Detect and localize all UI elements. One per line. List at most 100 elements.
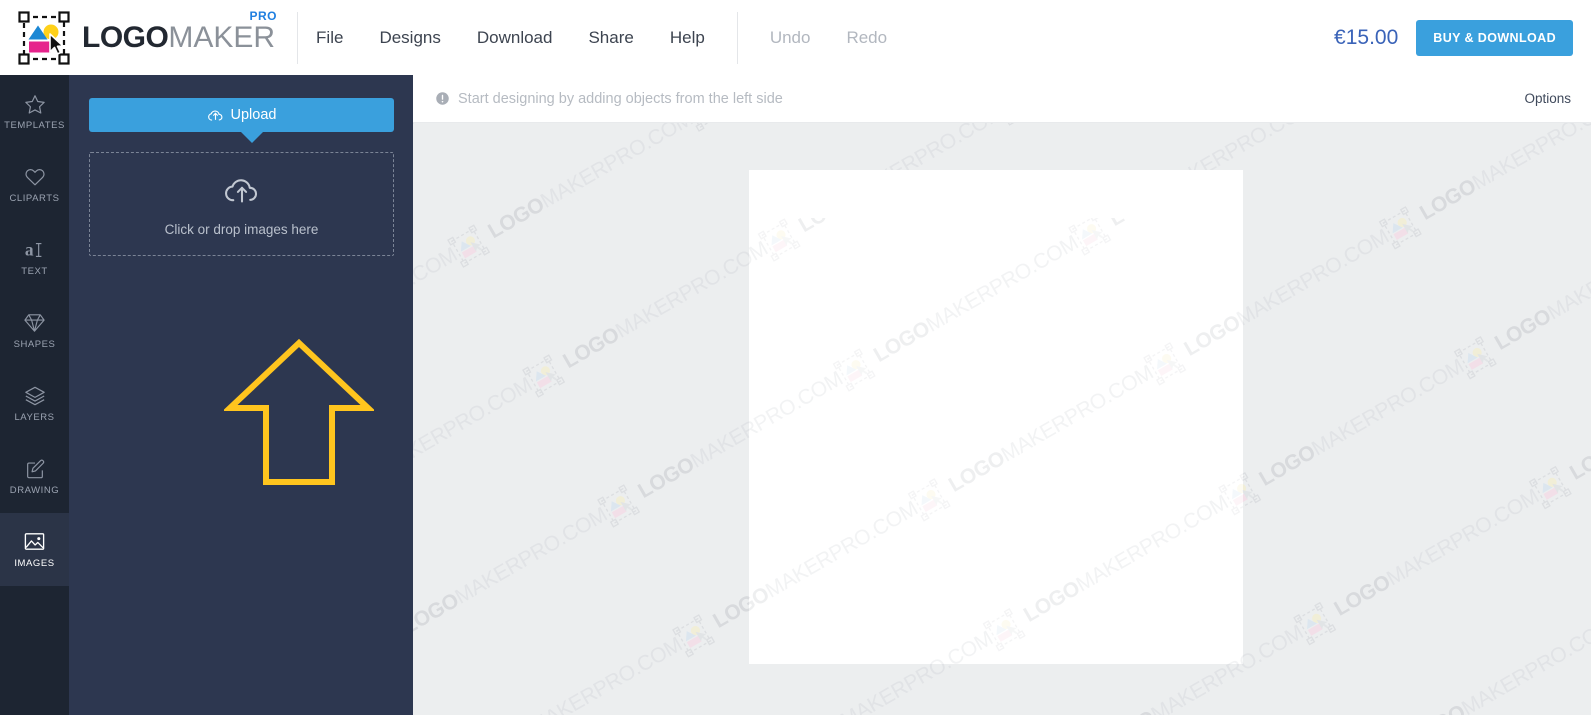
watermark-maker-text: MAKERPRO.COM [1457,614,1591,715]
watermark-mini-logo-icon [756,218,802,263]
watermark-tile: LOGO MAKERPRO.COM [802,218,1113,443]
buy-and-download-button[interactable]: BUY & DOWNLOAD [1416,19,1573,56]
sidebar-label-shapes: SHAPES [13,339,56,350]
watermark-maker-text: MAKERPRO.COM [1543,218,1591,325]
heart-icon [24,166,46,188]
canvas-area: LOGO MAKERPRO.COM [413,75,1591,715]
brand-pro-badge: PRO [249,8,278,23]
sidebar-item-shapes[interactable]: SHAPES [0,294,69,367]
watermark-logo-text: LOGO [559,322,624,374]
undo-button[interactable]: Undo [752,0,829,75]
watermark-tile: LOGO MAKERPRO.COM [1038,218,1243,307]
sidebar-item-images[interactable]: IMAGES [0,513,69,586]
watermark-maker-text: MAKERPRO.COM [1468,123,1591,195]
watermark-maker-text: MAKERPRO.COM [1232,224,1243,331]
brand-logo-text: LOGO [82,20,169,54]
watermark-text: LOGO MAKERPRO.COM [1105,218,1243,232]
brand[interactable]: LOGO MAKER PRO [0,0,278,75]
watermark-maker-text: MAKERPRO.COM [922,231,1083,337]
watermark-text: LOGO MAKERPRO.COM [795,218,1008,238]
watermark-maker-text: MAKERPRO.COM [451,503,612,609]
watermark-mini-logo-icon [1142,341,1188,387]
options-button[interactable]: Options [1524,91,1571,106]
watermark-logo-text: LOGO [795,218,860,238]
canvas-hint: Start designing by adding objects from t… [435,91,783,107]
sidebar-label-drawing: DRAWING [9,484,60,496]
watermark-logo-text: LOGO [1490,304,1555,355]
sidebar-item-layers[interactable]: LAYERS [0,367,69,440]
tool-rail: TEMPLATES CLIPARTS a TEXT SHAPES LAYERS … [0,75,69,715]
watermark-tile: LOGO MAKERPRO.COM [749,573,1027,664]
upload-button[interactable]: Upload [89,98,394,132]
menu-item-file[interactable]: File [298,0,361,75]
canvas-hint-text: Start designing by adding objects from t… [458,90,783,107]
logo-shapes-selection-icon [16,10,72,66]
main-menu: File Designs Download Share Help Undo Re… [298,0,905,75]
sidebar-label-layers: LAYERS [14,411,55,423]
watermark-text: LOGO MAKERPRO.COM [870,231,1083,368]
header-actions: €15.00 BUY & DOWNLOAD [1334,19,1591,56]
sidebar-label-templates: TEMPLATES [4,119,65,131]
text-icon: a [24,239,46,261]
watermark-maker-text: MAKERPRO.COM [749,237,772,343]
sidebar-item-text[interactable]: a TEXT [0,221,69,294]
watermark-text: LOGO MAKERPRO.COM [784,627,997,664]
watermark-maker-text: MAKERPRO.COM [1307,354,1468,461]
menu-item-share[interactable]: Share [570,0,651,75]
sidebar-item-cliparts[interactable]: CLIPARTS [0,148,69,221]
sidebar-item-drawing[interactable]: DRAWING [0,440,69,513]
watermark-mini-logo-icon [831,347,877,393]
sidebar-label-text: TEXT [21,265,48,277]
watermark-maker-text: MAKERPRO.COM [1072,490,1233,597]
watermark-logo-text: LOGO [944,446,1009,497]
artboard-watermark-clip: LOGO MAKERPRO.COM [749,170,1243,664]
brand-maker-text: MAKER [168,20,276,54]
watermark-maker-text: MAKERPRO.COM [837,627,997,664]
redo-button[interactable]: Redo [828,0,905,75]
menu-item-help[interactable]: Help [652,0,723,75]
watermark-logo-text: LOGO [869,316,934,367]
upload-button-label: Upload [230,107,277,123]
menu-item-designs[interactable]: Designs [361,0,458,75]
watermark-text: LOGO MAKERPRO.COM [945,361,1158,498]
watermark-maker-text: MAKERPRO.COM [997,360,1158,467]
watermark-tile: LOGO MAKERPRO.COM [749,313,877,579]
watermark-tile: LOGO MAKERPRO.COM [749,218,802,449]
menu-item-download[interactable]: Download [459,0,571,75]
watermark-text: LOGO MAKERPRO.COM [1095,621,1243,664]
watermark-maker-text: MAKERPRO.COM [761,496,922,603]
watermark-tile: LOGO MAKERPRO.COM [1188,301,1243,567]
watermark-maker-text: MAKERPRO.COM [749,367,847,473]
info-circle-icon [435,91,450,106]
watermark-mini-logo-icon [981,607,1027,653]
watermark-logo-text: LOGO [634,452,699,503]
pencil-icon [24,458,46,480]
svg-text:a: a [24,239,33,259]
watermark-tile: LOGO MAKERPRO.COM [749,218,1038,313]
watermark-tile: LOGO MAKERPRO.COM [1027,567,1243,664]
sidebar-label-images: IMAGES [14,558,55,569]
price-label: €15.00 [1334,25,1399,49]
image-icon [23,530,46,553]
watermark-mini-logo-icon [413,123,417,139]
canvas-toolbar: Start designing by adding objects from t… [413,75,1591,123]
watermark-text: LOGO MAKERPRO.COM [1180,225,1243,362]
watermark-text: LOGO MAKERPRO.COM [749,237,772,374]
watermark-logo-text: LOGO [1255,440,1320,491]
images-panel: Upload Click or drop images here [69,75,413,715]
watermark-text: LOGO MAKERPRO.COM [1020,491,1233,628]
watermark-mini-logo-icon [906,477,952,523]
watermark-text: LOGO MAKERPRO.COM [1416,123,1591,226]
watermark-logo-text: LOGO [1330,570,1395,621]
watermark-mini-logo-icon [1067,218,1113,257]
watermark-logo-text: LOGO [1565,434,1591,485]
watermark-logo-text: LOGO [1180,310,1243,361]
diamond-icon [23,311,46,334]
watermark-logo-text: LOGO [484,192,549,244]
up-arrow-annotation [224,337,374,489]
image-dropzone[interactable]: Click or drop images here [89,152,394,256]
watermark-maker-text: MAKERPRO.COM [536,123,697,213]
watermark-tile: LOGO MAKERPRO.COM [877,307,1188,573]
watermark-maker-text: MAKERPRO.COM [413,243,462,349]
sidebar-item-templates[interactable]: TEMPLATES [0,75,69,148]
